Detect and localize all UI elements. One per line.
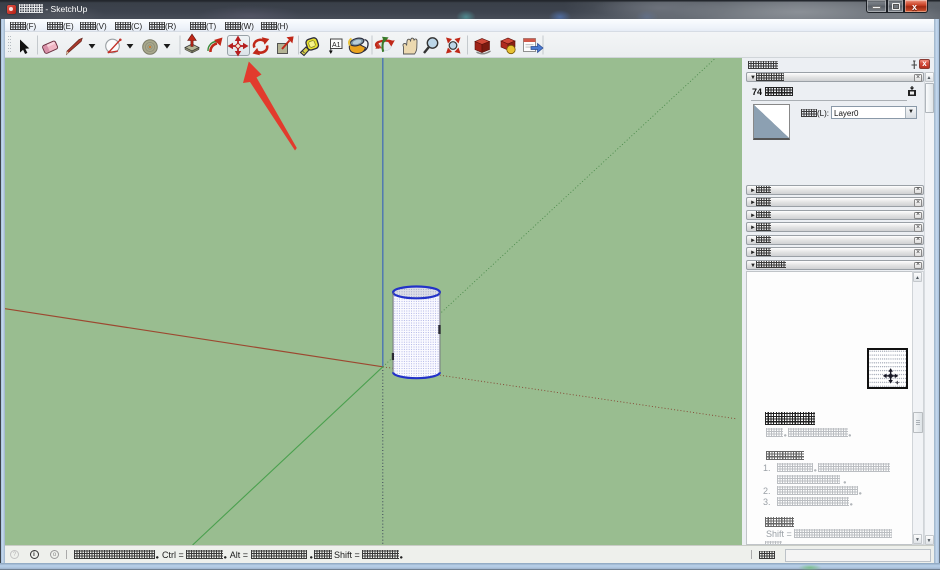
svg-text:A1: A1 xyxy=(332,42,341,49)
